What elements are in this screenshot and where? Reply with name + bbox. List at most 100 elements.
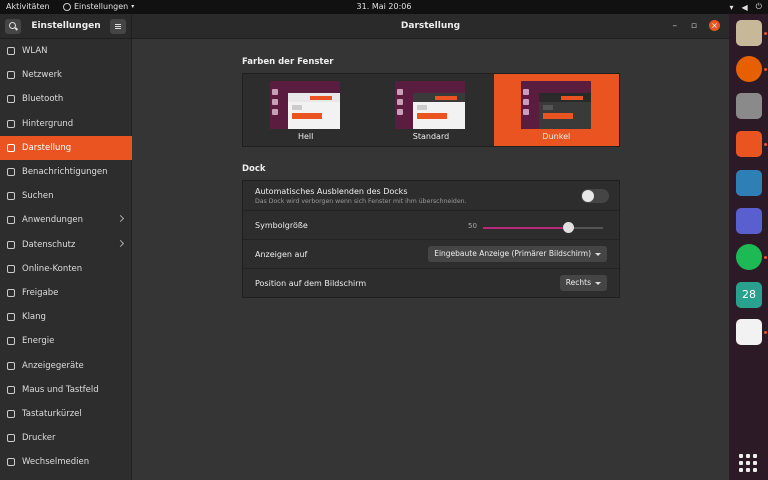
icon-size-slider[interactable] — [483, 222, 603, 233]
search-icon — [7, 192, 15, 201]
clock[interactable]: 31. Mai 20:06 — [0, 2, 768, 11]
settings-icon[interactable] — [736, 93, 762, 119]
sound-icon — [7, 313, 15, 322]
main-panel: Darstellung – ▫ × Farben der Fenster Hel… — [132, 14, 729, 480]
volume-icon: ◀ — [741, 2, 748, 12]
power-icon — [7, 337, 15, 346]
autohide-row: Automatisches Ausblenden des Docks Das D… — [243, 181, 619, 211]
firefox-icon[interactable] — [736, 56, 762, 82]
sidebar-item-label: Anwendungen — [22, 215, 83, 226]
theme-option-dark[interactable]: Dunkel — [493, 74, 619, 146]
wifi-icon — [7, 47, 15, 56]
sidebar-item-maus-und-tastfeld[interactable]: Maus und Tastfeld — [0, 378, 132, 402]
window-colors-heading: Farben der Fenster — [242, 57, 334, 67]
sidebar-item-label: Klang — [22, 312, 46, 323]
sidebar: Einstellungen WLAN Netzwerk Bluetooth Hinte… — [0, 14, 132, 480]
sidebar-item-tastaturkürzel[interactable]: Tastaturkürzel — [0, 402, 132, 426]
spotify-icon[interactable] — [736, 244, 762, 270]
theme-selector: Hell Standard Dunkel — [242, 73, 620, 147]
sidebar-item-online-konten[interactable]: Online-Konten — [0, 257, 132, 281]
bell-icon — [7, 168, 15, 177]
sidebar-item-label: Energie — [22, 336, 55, 347]
theme-label-dark: Dunkel — [542, 132, 571, 141]
theme-option-standard[interactable]: Standard — [368, 74, 493, 146]
sidebar-header: Einstellungen — [0, 14, 131, 39]
sidebar-item-darstellung[interactable]: Darstellung — [0, 135, 132, 160]
calendar-icon[interactable]: 28 — [736, 282, 762, 308]
page-title: Darstellung — [400, 21, 461, 31]
power-menu-icon: ⏻ — [755, 2, 762, 11]
wifi-status-icon: ▾ — [729, 2, 734, 12]
sidebar-item-hintergrund[interactable]: Hintergrund — [0, 112, 132, 136]
autohide-label: Automatisches Ausblenden des Docks — [255, 187, 408, 196]
sidebar-item-klang[interactable]: Klang — [0, 305, 132, 329]
dock-settings-card: Automatisches Ausblenden des Docks Das D… — [242, 180, 620, 298]
sidebar-item-benachrichtigungen[interactable]: Benachrichtigungen — [0, 160, 132, 184]
privacy-icon — [7, 240, 15, 249]
sidebar-item-label: Drucker — [22, 433, 56, 444]
sidebar-item-freigabe[interactable]: Freigabe — [0, 281, 132, 305]
theme-option-light[interactable]: Hell — [243, 74, 368, 146]
hamburger-menu-button[interactable] — [110, 19, 126, 34]
icon-size-value: 50 — [468, 222, 477, 230]
sidebar-item-drucker[interactable]: Drucker — [0, 426, 132, 450]
minimize-button[interactable]: – — [673, 21, 678, 31]
background-icon — [7, 119, 15, 128]
sidebar-item-label: Netzwerk — [22, 70, 62, 81]
sidebar-item-bluetooth[interactable]: Bluetooth — [0, 87, 132, 111]
settings-window: Einstellungen WLAN Netzwerk Bluetooth Hinte… — [0, 14, 729, 480]
sidebar-item-netzwerk[interactable]: Netzwerk — [0, 63, 132, 87]
running-indicator — [764, 256, 767, 259]
cards-icon[interactable] — [736, 319, 762, 345]
running-indicator — [764, 331, 767, 334]
sidebar-item-wlan[interactable]: WLAN — [0, 39, 132, 63]
maximize-button[interactable]: ▫ — [691, 21, 697, 31]
sidebar-item-anzeigegeräte[interactable]: Anzeigegeräte — [0, 353, 132, 377]
theme-preview-standard — [395, 81, 466, 129]
show-applications-icon[interactable] — [739, 454, 757, 472]
sidebar-item-label: Anzeigegeräte — [22, 360, 84, 371]
software-icon[interactable] — [736, 131, 762, 157]
appearance-icon — [7, 143, 15, 152]
screenshot-icon[interactable] — [736, 208, 762, 234]
media-icon — [7, 458, 15, 467]
sidebar-item-datenschutz[interactable]: Datenschutz — [0, 233, 132, 257]
image-viewer-icon[interactable] — [736, 170, 762, 196]
sidebar-item-label: Freigabe — [22, 287, 59, 298]
share-icon — [7, 288, 15, 297]
chevron-right-icon — [116, 215, 125, 223]
show-on-row: Anzeigen auf Eingebaute Anzeige (Primäre… — [243, 240, 619, 269]
close-button[interactable]: × — [709, 20, 720, 31]
autohide-toggle[interactable] — [581, 189, 609, 203]
chevron-right-icon — [116, 239, 125, 247]
files-icon[interactable] — [736, 20, 762, 46]
sidebar-item-label: Bluetooth — [22, 94, 64, 105]
show-on-label: Anzeigen auf — [255, 250, 308, 259]
sidebar-item-label: Maus und Tastfeld — [22, 384, 99, 395]
slider-handle[interactable] — [563, 222, 575, 233]
position-label: Position auf dem Bildschirm — [255, 279, 367, 288]
printer-icon — [7, 434, 15, 443]
sidebar-item-wechselmedien[interactable]: Wechselmedien — [0, 450, 132, 474]
sidebar-item-anwendungen[interactable]: Anwendungen — [0, 208, 132, 232]
theme-preview-light — [270, 81, 340, 129]
sidebar-item-label: Datenschutz — [22, 239, 76, 250]
sidebar-item-label: Online-Konten — [22, 263, 83, 274]
display-icon — [7, 361, 15, 370]
running-indicator — [764, 68, 767, 71]
position-dropdown[interactable]: Rechts — [559, 275, 607, 291]
system-tray[interactable]: ▾ ◀ ⏻ — [730, 2, 763, 12]
mouse-icon — [7, 385, 15, 394]
running-indicator — [764, 143, 767, 146]
bluetooth-icon — [7, 95, 15, 104]
theme-preview-dark — [520, 81, 591, 129]
sidebar-item-label: Darstellung — [22, 142, 72, 153]
sidebar-item-label: Wechselmedien — [22, 457, 90, 468]
sidebar-item-energie[interactable]: Energie — [0, 329, 132, 353]
sidebar-item-label: Suchen — [22, 191, 54, 202]
show-on-dropdown[interactable]: Eingebaute Anzeige (Primärer Bildschirm) — [428, 246, 607, 262]
sidebar-item-suchen[interactable]: Suchen — [0, 184, 132, 208]
running-indicator — [764, 32, 767, 35]
dock-heading: Dock — [242, 164, 266, 174]
theme-label-standard: Standard — [412, 132, 450, 141]
